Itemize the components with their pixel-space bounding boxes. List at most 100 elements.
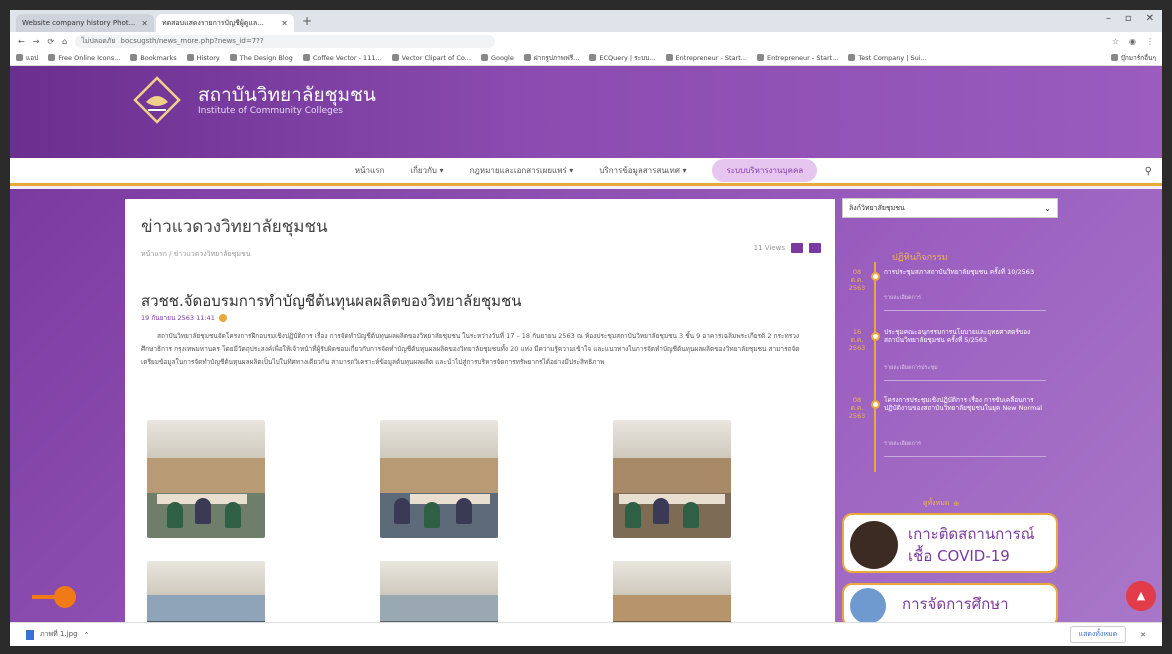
window-close-icon[interactable]: ✕	[1146, 13, 1154, 24]
bookmark-label: Coffee Vector - 111...	[312, 53, 382, 62]
bookmark[interactable]: Vector Clipart of Co...	[391, 54, 471, 62]
nav-information[interactable]: บริการข้อมูลสารสนเทศ ▾	[599, 164, 686, 177]
photo-wall	[380, 457, 498, 494]
breadcrumb[interactable]: หน้าแรก / ข่าวแวดวงวิทยาลัยชุมชน	[141, 249, 251, 260]
photo-ceiling	[147, 561, 265, 595]
event-title[interactable]: โครงการประชุมเชิงปฏิบัติการ เรื่อง การขั…	[884, 396, 1044, 412]
bookmark-icon	[302, 54, 310, 61]
search-icon[interactable]: ⚲	[1145, 166, 1152, 177]
image-file-icon	[26, 629, 34, 640]
event-meta: รายละเอียดการ	[884, 295, 921, 301]
browser-tab-1[interactable]: Website company history Phot... ✕	[16, 14, 154, 32]
photo-wall	[147, 457, 265, 494]
timeline-bullet-icon	[871, 400, 880, 409]
graduation-cap-icon	[850, 588, 886, 624]
photo-person	[683, 502, 699, 528]
article-tools: 11 Views	[754, 243, 821, 253]
back-icon[interactable]: ←	[18, 37, 25, 46]
calendar-event[interactable]: 08 ต.ค. 2563 โครงการประชุมเชิงปฏิบัติการ…	[846, 396, 1046, 466]
covid-banner[interactable]: เกาะติดสถานการณ์ เชื้อ COVID-19	[842, 513, 1058, 573]
education-banner[interactable]: การจัดการศึกษา	[842, 583, 1058, 627]
bookmark-label: แอป	[26, 53, 39, 62]
bookmark-label: Bookmarks	[140, 53, 177, 62]
browser-tab-2[interactable]: ทดสอบแสดงรายการบัญชีผู้ดูแล... ✕	[156, 14, 294, 32]
bookmark[interactable]: Entrepreneur - Start...	[756, 54, 838, 62]
profile-icon[interactable]: ◉	[1129, 37, 1136, 46]
print-icon[interactable]	[791, 243, 803, 253]
site-subtitle: Institute of Community Colleges	[198, 106, 343, 116]
calendar-event[interactable]: 16 ต.ค. 2563 ประชุมคณะอนุกรรมการนโยบายแล…	[846, 328, 1046, 388]
news-photo[interactable]	[613, 420, 731, 538]
bookmark[interactable]: Free Online Icons...	[48, 54, 120, 62]
article-card: ข่าวแวดวงวิทยาลัยชุมชน หน้าแรก / ข่าวแวด…	[125, 199, 835, 646]
minimize-icon[interactable]: –	[1106, 13, 1111, 24]
news-date-text: 19 กันยายน 2563 11:41	[141, 314, 215, 322]
bookmark[interactable]: Entrepreneur - Start...	[665, 53, 747, 62]
chevron-up-icon[interactable]: ⌃	[84, 631, 90, 639]
calendar-event[interactable]: 08 ต.ค. 2563 การประชุมสภาสถาบันวิทยาลัยช…	[846, 268, 1046, 328]
email-icon[interactable]	[809, 243, 821, 253]
bookmark[interactable]: ฝากรูปภาพฟรี...	[523, 53, 579, 63]
menu-icon[interactable]: ⋮	[1146, 37, 1154, 46]
photo-person	[625, 502, 641, 528]
news-photo[interactable]	[380, 420, 498, 538]
event-date: 08 ต.ค. 2563	[848, 396, 866, 420]
close-icon[interactable]: ✕	[1140, 631, 1146, 639]
url-prefix: ไม่ปลอดภัย	[81, 36, 116, 45]
bookmark[interactable]: History	[186, 54, 220, 62]
divider	[884, 456, 1046, 457]
home-icon[interactable]: ⌂	[62, 37, 67, 46]
other-bookmarks[interactable]: บุ๊กมาร์กอื่นๆ	[1110, 53, 1156, 63]
news-date: 19 กันยายน 2563 11:41	[141, 313, 227, 323]
bookmark[interactable]: Bookmarks	[130, 53, 177, 62]
download-item[interactable]: ภาพที่ 1.jpg ⌃	[26, 629, 89, 640]
bookmark[interactable]: Google	[480, 54, 514, 62]
bookmark[interactable]: The Design Blog	[229, 54, 293, 62]
nav-documents[interactable]: กฎหมายและเอกสารเผยแพร่ ▾	[470, 164, 574, 177]
photo-wall	[613, 595, 731, 621]
star-icon[interactable]: ☆	[1112, 37, 1119, 46]
tab-bar: Website company history Phot... ✕ ทดสอบแ…	[10, 10, 1162, 32]
photo-table	[410, 494, 490, 504]
bookmark[interactable]: แอป	[16, 53, 38, 63]
emoji-icon	[218, 314, 227, 322]
bookmark[interactable]: ECQuery | ระบบ...	[589, 53, 656, 63]
apps-icon	[16, 54, 23, 61]
address-bar-row: ← → ⟳ ⌂ ไม่ปลอดภัย bocsugsth/news_more.p…	[10, 32, 1162, 50]
view-count: 11 Views	[753, 244, 785, 252]
education-banner-text: การจัดการศึกษา	[902, 595, 1009, 613]
plus-icon[interactable]: +	[302, 14, 312, 28]
nav-personnel[interactable]: ระบบบริหารงานบุคคล	[712, 159, 818, 182]
nav-home[interactable]: หน้าแรก	[355, 164, 385, 177]
bookmark-icon	[391, 54, 399, 61]
bookmark[interactable]: Coffee Vector - 111...	[302, 53, 382, 62]
reload-icon[interactable]: ⟳	[47, 37, 54, 46]
progress-slider-knob[interactable]	[54, 586, 76, 608]
scroll-top-button[interactable]: ▲	[1126, 581, 1156, 611]
event-title[interactable]: ประชุมคณะอนุกรรมการนโยบายและยุทธศาสตร์ขอ…	[884, 328, 1044, 344]
google-icon	[480, 54, 488, 61]
calendar-heading: ปฏิทินกิจกรรม	[892, 253, 948, 263]
college-links-select[interactable]: ลิงก์วิทยาลัยชุมชน ⌄	[842, 198, 1058, 218]
bookmarks-bar: แอป Free Online Icons... Bookmarks Histo…	[10, 50, 1162, 66]
close-icon[interactable]: ✕	[141, 19, 148, 28]
event-title[interactable]: การประชุมสภาสถาบันวิทยาลัยชุมชน ครั้งที่…	[884, 268, 1044, 276]
maximize-icon[interactable]: ▫	[1125, 13, 1132, 24]
folder-icon	[1110, 54, 1118, 61]
bookmark[interactable]: Test Company | Sui...	[848, 54, 927, 62]
photo-person	[424, 502, 440, 528]
all-events-link[interactable]: ดูทั้งหมด ⊕	[923, 498, 959, 509]
all-events-label: ดูทั้งหมด	[923, 499, 950, 507]
close-icon[interactable]: ✕	[281, 19, 288, 28]
forward-icon[interactable]: →	[33, 37, 40, 46]
nav-about[interactable]: เกี่ยวกับ ▾	[410, 164, 443, 177]
bookmark-icon	[130, 54, 138, 61]
photo-person	[167, 502, 183, 528]
photo-ceiling	[613, 420, 731, 458]
bookmark-label: Entrepreneur - Start...	[675, 53, 747, 62]
institute-logo-icon[interactable]	[132, 76, 182, 124]
url-input[interactable]: ไม่ปลอดภัย bocsugsth/news_more.php?news_…	[75, 34, 496, 48]
news-photo[interactable]	[147, 420, 265, 538]
show-all-button[interactable]: แสดงทั้งหมด	[1069, 626, 1127, 643]
photo-ceiling	[613, 561, 731, 595]
